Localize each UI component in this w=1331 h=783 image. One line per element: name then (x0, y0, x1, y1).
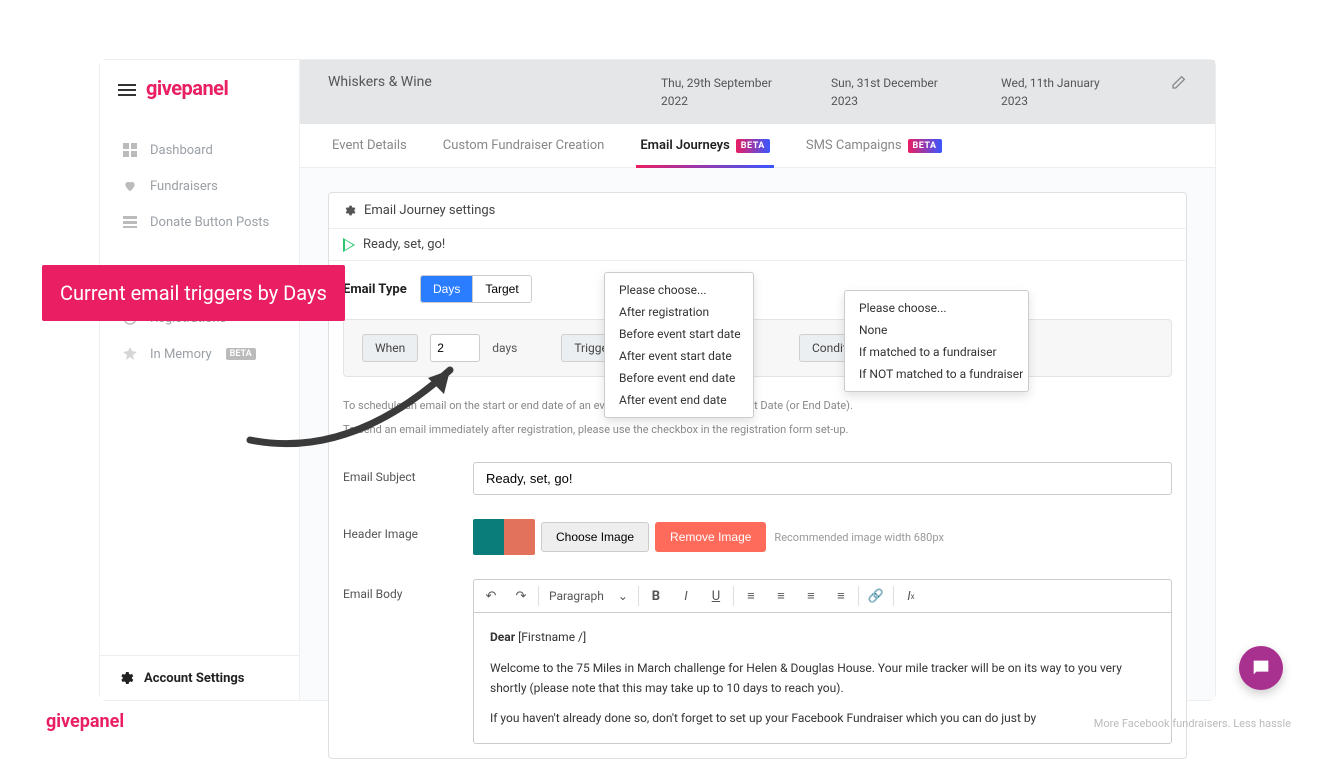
posts-icon (122, 214, 138, 230)
chat-fab[interactable] (1239, 646, 1283, 690)
choose-image-button[interactable]: Choose Image (541, 522, 649, 552)
condition-option[interactable]: If NOT matched to a fundraiser (845, 363, 1028, 385)
topbar: Whiskers & Wine Thu, 29th September 2022… (300, 60, 1215, 124)
tab-custom-fundraiser[interactable]: Custom Fundraiser Creation (439, 124, 609, 167)
panel-settings-title: Email Journey settings (364, 203, 495, 218)
header-image-thumb (473, 519, 535, 555)
paragraph-select[interactable]: Paragraph⌄ (541, 585, 636, 607)
footer-tagline: More Facebook fundraisers. Less hassle (1094, 717, 1291, 730)
condition-dropdown[interactable]: Please choose... None If matched to a fu… (844, 290, 1029, 392)
trigger-option[interactable]: Before event start date (605, 323, 753, 345)
panel-step-header[interactable]: Ready, set, go! (329, 229, 1186, 261)
header-image-label: Header Image (343, 519, 453, 541)
menu-icon[interactable] (118, 81, 136, 95)
condition-option[interactable]: None (845, 319, 1028, 341)
redo-icon[interactable]: ↷ (506, 582, 536, 610)
align-right-icon[interactable]: ≡ (796, 582, 826, 610)
condition-option[interactable]: Please choose... (845, 297, 1028, 319)
content-area: Email Journey settings Ready, set, go! E… (300, 168, 1215, 783)
body-label: Email Body (343, 579, 453, 601)
chevron-down-icon: ⌄ (618, 589, 628, 603)
beta-badge: BETA (736, 139, 770, 153)
annotation-callout: Current email triggers by Days (42, 265, 345, 321)
tab-sms-campaigns[interactable]: SMS Campaigns BETA (802, 124, 946, 167)
image-hint: Recommended image width 680px (774, 531, 944, 544)
beta-badge: BETA (908, 139, 942, 153)
play-icon (343, 238, 355, 252)
subject-label: Email Subject (343, 462, 453, 484)
sidebar-item-label: In Memory (150, 347, 212, 362)
subject-input[interactable] (473, 462, 1172, 495)
journey-panel: Email Journey settings Ready, set, go! E… (328, 192, 1187, 759)
sidebar-item-dashboard[interactable]: Dashboard (100, 132, 299, 168)
bold-icon[interactable]: B (641, 582, 671, 610)
panel-step-title: Ready, set, go! (363, 237, 445, 252)
date-2: Sun, 31st December 2023 (831, 74, 961, 110)
sidebar-item-label: Donate Button Posts (150, 215, 269, 230)
seg-days-button[interactable]: Days (421, 276, 472, 302)
underline-icon[interactable]: U (701, 582, 731, 610)
trigger-option[interactable]: After event end date (605, 389, 753, 411)
gear-icon (118, 670, 134, 686)
heart-icon (122, 178, 138, 194)
edit-icon[interactable] (1171, 74, 1187, 90)
panel-settings-header[interactable]: Email Journey settings (329, 193, 1186, 229)
undo-icon[interactable]: ↶ (476, 582, 506, 610)
align-left-icon[interactable]: ≡ (736, 582, 766, 610)
align-center-icon[interactable]: ≡ (766, 582, 796, 610)
date-1: Thu, 29th September 2022 (661, 74, 791, 110)
gear-icon (343, 204, 356, 217)
tab-email-journeys[interactable]: Email Journeys BETA (636, 124, 774, 167)
trigger-option[interactable]: Before event end date (605, 367, 753, 389)
email-type-segment: Days Target (420, 275, 532, 303)
sidebar-item-fundraisers[interactable]: Fundraisers (100, 168, 299, 204)
align-justify-icon[interactable]: ≡ (826, 582, 856, 610)
brand-logo: givepanel (146, 76, 228, 100)
editor-body[interactable]: Dear [Firstname /] Welcome to the 75 Mil… (474, 613, 1171, 743)
sidebar-item-label: Dashboard (150, 143, 213, 158)
memory-icon (122, 346, 138, 362)
condition-option[interactable]: If matched to a fundraiser (845, 341, 1028, 363)
sidebar-item-donate-button-posts[interactable]: Donate Button Posts (100, 204, 299, 240)
account-settings-label: Account Settings (144, 671, 244, 686)
chat-icon (1250, 657, 1272, 679)
tabs: Event Details Custom Fundraiser Creation… (300, 124, 1215, 168)
footer-logo: givepanel (46, 711, 124, 732)
email-type-label: Email Type (343, 282, 407, 297)
trigger-dropdown[interactable]: Please choose... After registration Befo… (604, 272, 754, 418)
editor-toolbar: ↶ ↷ Paragraph⌄ B I U ≡ (474, 580, 1171, 613)
italic-icon[interactable]: I (671, 582, 701, 610)
link-icon[interactable]: 🔗 (861, 582, 891, 610)
dashboard-icon (122, 142, 138, 158)
org-name: Whiskers & Wine (328, 74, 621, 90)
remove-image-button[interactable]: Remove Image (655, 522, 766, 552)
annotation-arrow-icon (240, 330, 500, 460)
trigger-option[interactable]: After registration (605, 301, 753, 323)
seg-target-button[interactable]: Target (472, 276, 530, 302)
account-settings[interactable]: Account Settings (100, 655, 299, 700)
tab-event-details[interactable]: Event Details (328, 124, 411, 167)
trigger-option[interactable]: After event start date (605, 345, 753, 367)
trigger-option[interactable]: Please choose... (605, 279, 753, 301)
sidebar-item-label: Fundraisers (150, 179, 218, 194)
date-3: Wed, 11th January 2023 (1001, 74, 1131, 110)
clear-format-icon[interactable]: Ix (896, 582, 926, 610)
rich-text-editor: ↶ ↷ Paragraph⌄ B I U ≡ (473, 579, 1172, 744)
